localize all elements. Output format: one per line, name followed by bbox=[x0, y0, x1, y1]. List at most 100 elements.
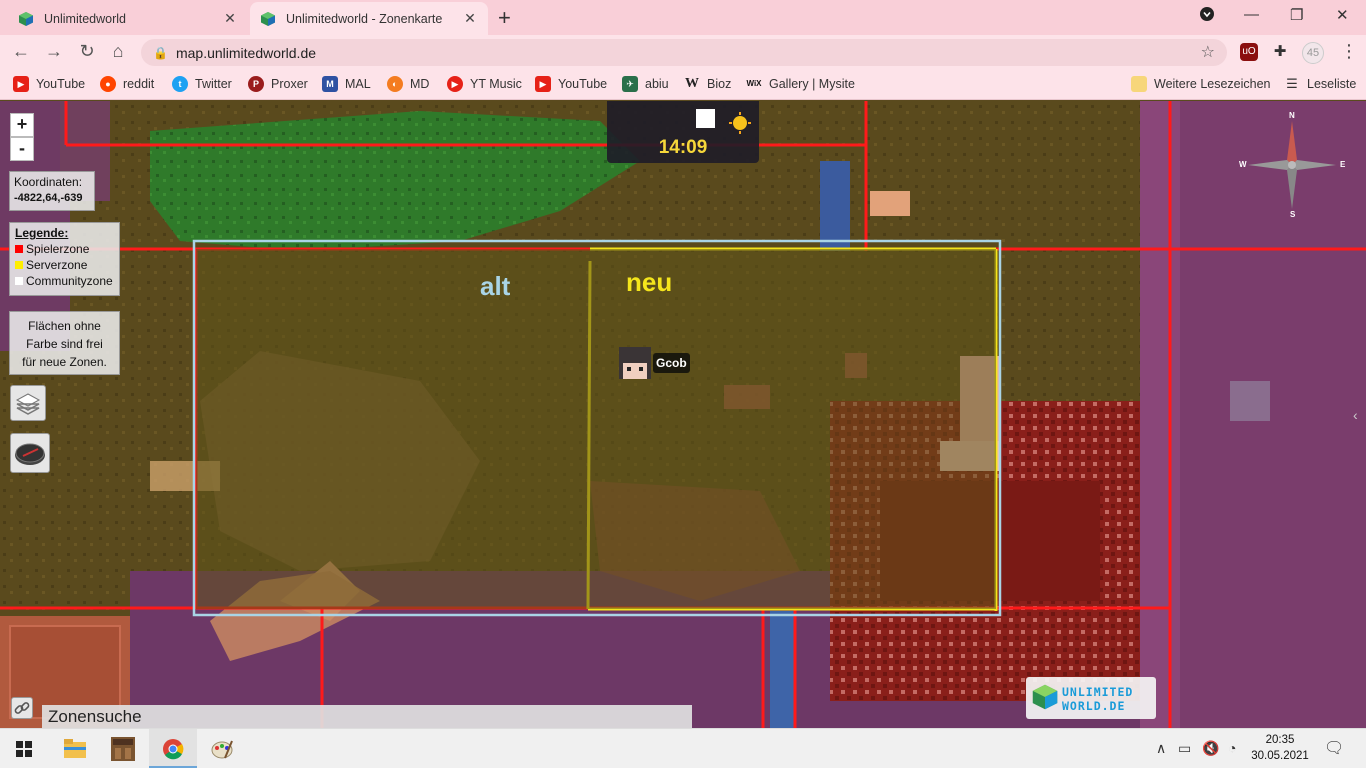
tab-search-icon[interactable] bbox=[1199, 6, 1215, 26]
bookmark-mal[interactable]: M MAL bbox=[322, 76, 371, 92]
bookmark-youtube-2[interactable]: ▶ YouTube bbox=[535, 76, 607, 92]
system-clock[interactable]: 20:35 30.05.2021 bbox=[1250, 732, 1310, 764]
twitter-icon: t bbox=[172, 76, 188, 92]
wifi-icon[interactable]: ◔ bbox=[1228, 740, 1236, 756]
ublock-extension-icon[interactable]: uO bbox=[1240, 43, 1258, 61]
taskbar-paint[interactable] bbox=[198, 729, 246, 768]
bookmark-youtube[interactable]: ▶ YouTube bbox=[13, 76, 85, 92]
close-icon[interactable]: ✕ bbox=[462, 10, 478, 27]
compass-south: S bbox=[1290, 210, 1296, 219]
lock-icon[interactable]: 🔒 bbox=[153, 46, 168, 60]
tab-unlimitedworld[interactable]: Unlimitedworld ✕ bbox=[8, 2, 248, 35]
system-date: 30.05.2021 bbox=[1251, 750, 1309, 762]
legend-item-community-zone: Communityzone bbox=[15, 272, 114, 290]
bookmark-folder-other[interactable]: Weitere Lesezeichen bbox=[1131, 76, 1271, 92]
compass-button[interactable] bbox=[10, 433, 50, 473]
start-button[interactable] bbox=[0, 729, 48, 768]
unlimitedworld-favicon-icon bbox=[261, 11, 275, 26]
taskbar-file-explorer[interactable] bbox=[50, 729, 98, 768]
world-clock: 14:09 bbox=[607, 101, 759, 163]
battery-icon[interactable]: ▭ bbox=[1178, 740, 1191, 757]
taskbar-minecraft[interactable] bbox=[99, 729, 147, 768]
zone-label-old: alt bbox=[480, 271, 511, 301]
compass-north: N bbox=[1289, 111, 1295, 120]
player-head-icon bbox=[619, 347, 651, 379]
taskbar-chrome[interactable] bbox=[149, 729, 197, 768]
notification-icon[interactable]: 🗨 bbox=[1324, 738, 1344, 758]
chrome-icon bbox=[163, 739, 184, 760]
reload-icon[interactable]: ↻ bbox=[75, 41, 99, 62]
minimize-icon[interactable]: — bbox=[1244, 6, 1259, 23]
youtube-icon: ▶ bbox=[535, 76, 551, 92]
proxer-icon: P bbox=[248, 76, 264, 92]
legend-swatch bbox=[15, 261, 23, 269]
browser-toolbar: ← → ↻ ⌂ 🔒 map.unlimitedworld.de ☆ uO ✚ 4… bbox=[0, 35, 1366, 70]
zoom-out-button[interactable]: - bbox=[10, 137, 34, 161]
system-time: 20:35 bbox=[1265, 734, 1295, 746]
back-icon[interactable]: ← bbox=[9, 41, 33, 62]
bookmark-abiu[interactable]: ✈ abiu bbox=[622, 76, 669, 92]
tab-title: Unlimitedworld - Zonenkarte bbox=[286, 11, 443, 26]
close-icon[interactable]: ✕ bbox=[222, 10, 238, 27]
crafting-table-icon bbox=[111, 737, 135, 761]
profile-avatar[interactable]: 45 bbox=[1302, 42, 1324, 64]
tab-title: Unlimitedworld bbox=[44, 11, 126, 26]
chain-link-icon bbox=[14, 702, 30, 714]
legend-swatch bbox=[15, 245, 23, 253]
bookmark-md[interactable]: ◐ MD bbox=[387, 76, 429, 92]
logo-line-1: UNLIMITED bbox=[1062, 685, 1134, 699]
wix-icon: WiX bbox=[746, 79, 762, 88]
legend-swatch bbox=[15, 277, 23, 285]
new-tab-icon[interactable]: + bbox=[498, 5, 511, 31]
free-area-note: Flächen ohne Farbe sind frei für neue Zo… bbox=[9, 311, 120, 375]
legend-title: Legende: bbox=[15, 226, 69, 240]
volume-muted-icon[interactable]: 🔇 bbox=[1202, 740, 1219, 757]
zone-map[interactable]: N S W E + - Koordinaten: -4822,64,-639 L… bbox=[0, 101, 1366, 728]
folder-icon bbox=[1131, 76, 1147, 92]
coordinates-panel: Koordinaten: -4822,64,-639 bbox=[9, 171, 95, 211]
clock-time: 14:09 bbox=[658, 137, 708, 158]
bookmark-bioz[interactable]: W Bioz bbox=[684, 76, 731, 92]
compass-dial-icon bbox=[15, 443, 45, 465]
reading-list-button[interactable]: ☰ Leseliste bbox=[1284, 76, 1356, 92]
abiu-icon: ✈ bbox=[622, 76, 638, 92]
map-terrain[interactable] bbox=[0, 101, 1366, 728]
unlimitedworld-logo[interactable]: UNLIMITED WORLD.DE bbox=[1026, 677, 1156, 719]
cube-logo-icon bbox=[1032, 684, 1058, 710]
side-panel-arrow-icon[interactable]: ‹ bbox=[1353, 407, 1358, 423]
bookmark-gallery[interactable]: WiX Gallery | Mysite bbox=[746, 76, 854, 92]
tab-zonenkarte[interactable]: Unlimitedworld - Zonenkarte ✕ bbox=[250, 2, 488, 35]
layers-icon bbox=[15, 393, 41, 415]
reddit-icon: ● bbox=[100, 76, 116, 92]
bookmark-star-icon[interactable]: ☆ bbox=[1201, 42, 1215, 62]
compass-east: E bbox=[1340, 160, 1346, 169]
reading-list-icon: ☰ bbox=[1286, 76, 1298, 91]
home-icon[interactable]: ⌂ bbox=[106, 41, 130, 62]
layers-button[interactable] bbox=[10, 385, 46, 421]
bookmark-reddit[interactable]: ● reddit bbox=[100, 76, 154, 92]
bookmark-proxer[interactable]: P Proxer bbox=[248, 76, 308, 92]
zoom-in-button[interactable]: + bbox=[10, 113, 34, 137]
tray-overflow-icon[interactable]: ∧ bbox=[1156, 740, 1166, 757]
restore-icon[interactable]: ❐ bbox=[1290, 6, 1303, 24]
bookmark-twitter[interactable]: t Twitter bbox=[172, 76, 232, 92]
moon-icon bbox=[696, 109, 715, 128]
menu-kebab-icon[interactable]: ⋮ bbox=[1340, 41, 1358, 62]
legend-panel: Legende: Spielerzone Serverzone Communit… bbox=[9, 222, 120, 296]
windows-taskbar: ∧ ▭ 🔇 ◔ 20:35 30.05.2021 🗨 bbox=[0, 728, 1366, 768]
ytmusic-icon: ▶ bbox=[447, 76, 463, 92]
zone-search-input[interactable]: Zonensuche bbox=[42, 705, 692, 728]
windows-logo-icon bbox=[16, 741, 32, 757]
bookmark-ytmusic[interactable]: ▶ YT Music bbox=[447, 76, 522, 92]
folder-icon bbox=[64, 739, 86, 758]
url-text: map.unlimitedworld.de bbox=[175, 44, 317, 61]
forward-icon[interactable]: → bbox=[42, 41, 66, 62]
window-close-icon[interactable]: ✕ bbox=[1336, 6, 1349, 24]
link-button[interactable] bbox=[11, 697, 33, 719]
tab-strip: Unlimitedworld ✕ Unlimitedworld - Zonenk… bbox=[0, 0, 1366, 35]
extensions-puzzle-icon[interactable]: ✚ bbox=[1271, 43, 1289, 61]
paint-palette-icon bbox=[211, 740, 233, 759]
coordinates-label: Koordinaten: bbox=[14, 175, 83, 189]
address-bar[interactable]: 🔒 map.unlimitedworld.de ☆ bbox=[141, 39, 1227, 66]
wikipedia-icon: W bbox=[685, 76, 699, 91]
